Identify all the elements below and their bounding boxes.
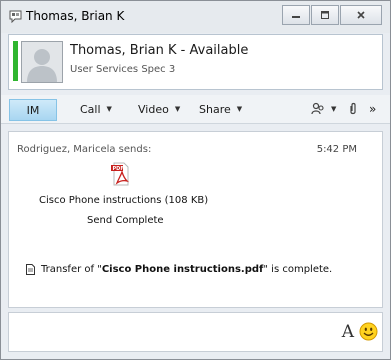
- window-title: Thomas, Brian K: [26, 9, 125, 23]
- im-button[interactable]: IM: [9, 99, 57, 121]
- message-time: 5:42 PM: [316, 144, 357, 155]
- document-icon: [26, 264, 35, 275]
- share-label: Share: [199, 102, 231, 116]
- conversation-window: Thomas, Brian K Thomas, Brian K - Availa…: [0, 0, 391, 360]
- file-name: Cisco Phone instructions (108 KB): [39, 195, 209, 206]
- avatar[interactable]: [21, 41, 63, 83]
- font-button[interactable]: A: [342, 322, 354, 342]
- share-button[interactable]: Share ▼: [199, 99, 242, 119]
- call-label: Call: [80, 102, 101, 116]
- presence-indicator: [13, 41, 18, 81]
- im-label: IM: [26, 103, 40, 117]
- user-silhouette-icon: [27, 49, 57, 82]
- chat-bubble-icon: [9, 10, 22, 23]
- overflow-menu-button[interactable]: »: [369, 99, 376, 119]
- contact-header: Thomas, Brian K - Available User Service…: [8, 34, 383, 90]
- contact-title: User Services Spec 3: [70, 64, 176, 75]
- video-label: Video: [138, 102, 169, 116]
- close-icon: [357, 11, 365, 19]
- message-input[interactable]: A: [8, 312, 383, 352]
- chevron-down-icon: ▼: [174, 105, 181, 113]
- conversation-area[interactable]: Rodriguez, Maricela sends: 5:42 PM PDF C…: [8, 131, 383, 308]
- minimize-icon: [292, 16, 300, 18]
- notice-prefix: Transfer of ": [41, 264, 102, 275]
- transfer-status: Send Complete: [87, 215, 164, 226]
- chevron-down-icon: ▼: [106, 105, 112, 113]
- chevron-down-icon: ▼: [331, 105, 337, 113]
- contact-name-status: Thomas, Brian K - Available: [70, 43, 249, 58]
- pdf-file-icon[interactable]: PDF: [111, 162, 131, 186]
- add-people-icon: [311, 102, 324, 115]
- minimize-button[interactable]: [282, 5, 310, 25]
- smiley-icon[interactable]: [359, 322, 378, 341]
- transfer-notice: Transfer of " Cisco Phone instructions.pd…: [26, 264, 332, 275]
- notice-suffix: " is complete.: [263, 264, 333, 275]
- add-participants-button[interactable]: ▼: [311, 99, 336, 119]
- title-bar[interactable]: Thomas, Brian K: [1, 1, 390, 33]
- paperclip-icon: [350, 102, 356, 115]
- close-button[interactable]: [340, 5, 382, 25]
- attach-button[interactable]: [348, 99, 358, 119]
- video-button[interactable]: Video ▼: [138, 99, 180, 119]
- notice-file-name: Cisco Phone instructions.pdf: [101, 264, 264, 275]
- maximize-button[interactable]: [311, 5, 339, 25]
- chevron-down-icon: ▼: [236, 105, 243, 113]
- call-button[interactable]: Call ▼: [80, 99, 112, 119]
- window-controls: [282, 5, 382, 25]
- sender-label: Rodriguez, Maricela sends:: [17, 144, 152, 155]
- maximize-icon: [321, 11, 329, 19]
- chevron-double-right-icon: »: [369, 102, 377, 116]
- action-toolbar: IM Call ▼ Video ▼ Share ▼ ▼ »: [1, 95, 390, 124]
